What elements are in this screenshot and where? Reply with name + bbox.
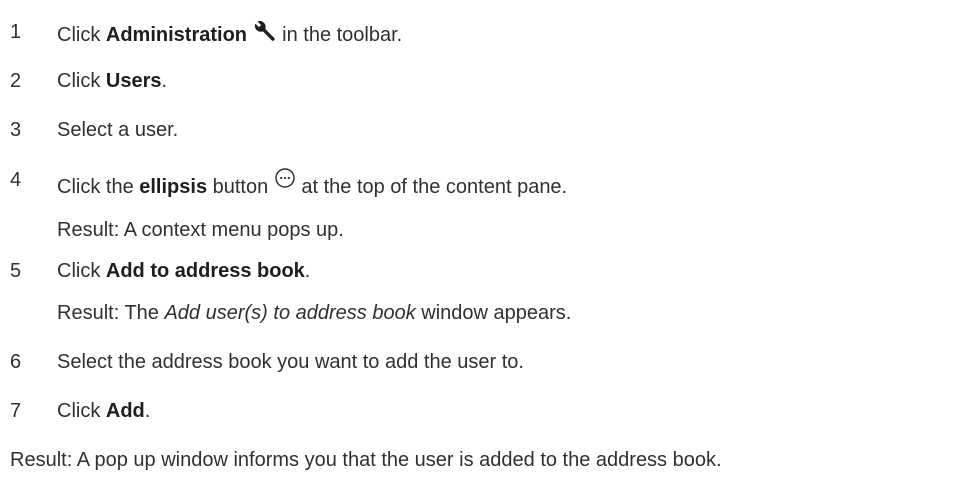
step-1: 1 Click Administration in the toolbar. <box>10 19 402 48</box>
wrench-icon <box>253 19 277 43</box>
step-6: 6 Select the address book you want to ad… <box>10 349 524 375</box>
step-text: Click Administration in the toolbar. <box>57 19 402 48</box>
step-text: Select a user. <box>57 119 179 141</box>
step-number: 6 <box>10 351 22 373</box>
step-text: Click Users. <box>57 70 168 92</box>
step-7: 7 Click Add. <box>10 398 150 424</box>
step-2: 2 Click Users. <box>10 68 167 94</box>
ui-label-administration: Administration <box>105 24 248 46</box>
step-text: Select the address book you want to add … <box>57 351 524 373</box>
step-result: Result: The Add user(s) to address book … <box>57 302 572 324</box>
step-text: Click Add to address book. <box>57 260 311 282</box>
final-result: Result: A pop up window informs you that… <box>10 449 722 471</box>
step-text: Click Add. <box>57 400 151 422</box>
step-number: 3 <box>10 119 22 141</box>
step-number: 1 <box>10 21 22 43</box>
step-number: 5 <box>10 260 22 282</box>
step-5: 5 Click Add to address book. Result: The… <box>10 258 571 326</box>
step-number: 4 <box>10 169 22 191</box>
step-number: 7 <box>10 400 22 422</box>
ui-label-add: Add <box>105 400 145 422</box>
ui-label-users: Users <box>105 70 162 92</box>
ui-label-add-to-address-book: Add to address book <box>105 260 305 282</box>
step-number: 2 <box>10 70 22 92</box>
step-3: 3 Select a user. <box>10 117 178 143</box>
window-name: Add user(s) to address book <box>164 302 416 324</box>
step-result: Result: A context menu pops up. <box>57 219 344 241</box>
ui-label-ellipsis: ellipsis <box>139 176 208 198</box>
ellipsis-circle-icon <box>274 167 296 189</box>
step-4: 4 Click the ellipsis button at the top o… <box>10 167 567 243</box>
step-text: Click the ellipsis button at the top of … <box>57 167 567 200</box>
